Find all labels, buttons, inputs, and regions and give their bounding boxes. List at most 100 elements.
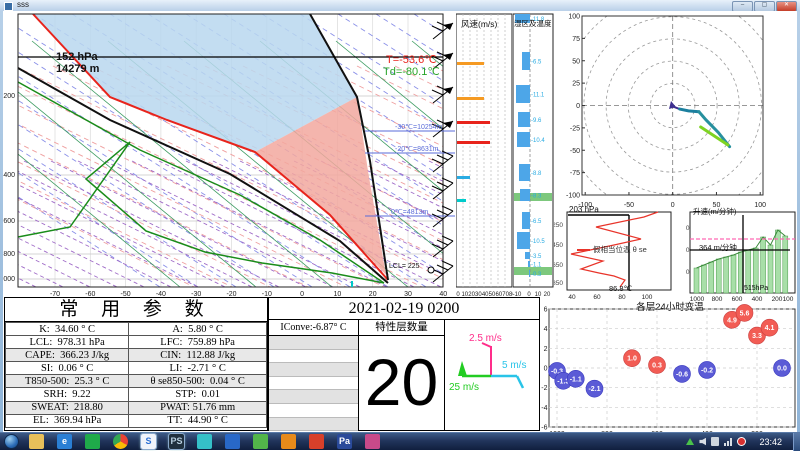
taskbar-icon-browser-s[interactable]: S — [141, 434, 156, 449]
parameter-cell: TT: 44.90 ° C — [129, 414, 267, 427]
svg-text:600: 600 — [3, 218, 15, 225]
parameter-row: T850-500: 25.3 ° Cθ se850-500: 0.04 ° C — [6, 375, 267, 388]
parameter-cell: CAPE: 366.23 J/kg — [6, 349, 129, 362]
svg-text:600: 600 — [686, 225, 690, 232]
ascent-rate-chart: 1000800600400200100600400200 — [686, 205, 800, 307]
ascent-bar — [783, 236, 788, 293]
taskbar-icon-globe-app[interactable] — [225, 434, 240, 449]
ascent-pressure-label: 515hPa — [744, 285, 768, 292]
level-pressure-label: 152 hPa — [56, 51, 98, 63]
svg-text:25: 25 — [572, 81, 580, 88]
tray-app-icon[interactable] — [711, 437, 719, 446]
theta-legend: 假相当位温 θ se — [577, 244, 647, 255]
taskbar-icon-red-app[interactable] — [309, 434, 324, 449]
moisture-bar — [522, 52, 530, 70]
svg-text:450: 450 — [554, 242, 563, 249]
taskbar-icon-green-app[interactable] — [85, 434, 100, 449]
moisture-bar — [520, 189, 530, 201]
taskbar-icon-pink-app[interactable] — [365, 434, 380, 449]
svg-text:-6.5: -6.5 — [531, 219, 542, 225]
layers-count-header: 特性层数量 — [359, 320, 444, 336]
svg-text:-25: -25 — [570, 125, 580, 132]
empty-list-row — [269, 377, 358, 391]
taskbar-icon-orange-app[interactable] — [281, 434, 296, 449]
svg-text:-8.8: -8.8 — [531, 171, 542, 177]
svg-text:1.0: 1.0 — [627, 356, 637, 363]
theta-value-label: 86.8℃ — [609, 284, 632, 293]
parameter-cell: PWAT: 51.76 mm — [129, 401, 267, 414]
svg-text:-6.5: -6.5 — [531, 60, 542, 66]
main-content: -70-60-50-40-30-20-100102030402004006008… — [0, 11, 800, 432]
svg-text:75: 75 — [572, 36, 580, 43]
svg-text:4.1: 4.1 — [765, 325, 775, 332]
svg-text:800: 800 — [3, 251, 15, 258]
start-button[interactable] — [4, 434, 19, 449]
info-panel: 2021-02-19 0200 IConve:-6.87° C 特性层数量 20 — [268, 297, 540, 431]
parameter-cell: LFC: 759.89 hPa — [129, 336, 267, 349]
svg-text:850: 850 — [554, 280, 563, 287]
ascent-chart-title: 升速(m/分钟) — [693, 206, 736, 217]
moisture-column-header: 湿区及温度 — [514, 18, 553, 29]
empty-list-row — [269, 390, 358, 404]
legend-pennant-label: 25 m/s — [449, 382, 479, 393]
show-desktop-button[interactable] — [793, 433, 800, 451]
taskbar: e S PS Pa 23:42 — [0, 432, 800, 450]
weather-sounding-app: sss – ▢ ✕ -70-60-50-40-30-20-10010203040… — [0, 0, 800, 450]
hodograph-trace — [680, 109, 699, 112]
taskbar-icon-chat-app[interactable] — [197, 434, 212, 449]
taskbar-clock[interactable]: 23:42 — [759, 437, 782, 447]
volume-icon[interactable] — [699, 438, 706, 446]
parameter-cell: SWEAT: 218.80 — [6, 401, 129, 414]
svg-text:0: 0 — [544, 365, 548, 372]
wind-barb-legend: 2.5 m/s 5 m/s 25 m/s — [445, 320, 539, 431]
moisture-bar — [522, 212, 530, 229]
iconve-column: IConve:-6.87° C — [269, 320, 359, 431]
layers-count-value: 20 — [359, 336, 444, 428]
ascent-bar — [731, 255, 736, 293]
ascent-bar — [694, 268, 699, 293]
taskbar-icon-pa-app[interactable]: Pa — [337, 434, 352, 449]
taskbar-icon-chrome[interactable] — [113, 434, 128, 449]
level-height-label: 14279 m — [56, 63, 99, 75]
parameter-cell: θ se850-500: 0.04 ° C — [129, 375, 267, 388]
taskbar-icon-green-app-2[interactable] — [253, 434, 268, 449]
ascent-line-label: 364 m/分钟 — [699, 242, 737, 253]
svg-text:-0.3: -0.3 — [531, 272, 542, 278]
network-icon[interactable] — [724, 438, 732, 446]
tray-status-icon[interactable] — [737, 437, 746, 446]
parameter-cell: LCL: 978.31 hPa — [6, 336, 129, 349]
parameter-row: SI: 0.06 ° CLI: -2.71 ° C — [6, 362, 267, 375]
taskbar-icon-photoshop[interactable]: PS — [169, 434, 184, 449]
empty-list-row — [269, 363, 358, 377]
svg-text:5.6: 5.6 — [740, 310, 750, 317]
svg-text:-0.6: -0.6 — [676, 371, 688, 378]
sounding-datetime: 2021-02-19 0200 — [269, 298, 539, 320]
ascent-bar — [724, 257, 729, 293]
parameter-row: SWEAT: 218.80PWAT: 51.76 mm — [6, 401, 267, 414]
wind-speed-bar — [457, 199, 466, 202]
empty-list-row — [269, 418, 358, 432]
svg-text:-10.5: -10.5 — [531, 239, 545, 245]
legend-full-barb-label: 5 m/s — [502, 360, 526, 371]
theta-top-pressure-label: 203 hPa — [569, 205, 599, 214]
hodograph-chart: 1007550250-25-50-75-100-100-50050100 — [554, 11, 800, 211]
layers-column: 特性层数量 20 — [359, 320, 445, 431]
svg-text:6: 6 — [544, 307, 548, 314]
svg-text:4: 4 — [544, 326, 548, 333]
svg-text:400: 400 — [3, 172, 15, 179]
svg-text:-8.3: -8.3 — [531, 194, 542, 200]
parameter-cell: K: 34.60 ° C — [6, 323, 129, 336]
empty-list-row — [269, 336, 358, 350]
taskbar-icon-explorer[interactable] — [29, 434, 44, 449]
svg-text:0.3: 0.3 — [652, 363, 662, 370]
svg-text:-6: -6 — [541, 424, 547, 431]
svg-text:3.3: 3.3 — [752, 333, 762, 340]
wind-speed-bar — [457, 62, 484, 65]
parameter-cell: STP: 0.01 — [129, 388, 267, 401]
taskbar-icon-internet-explorer[interactable]: e — [57, 434, 72, 449]
svg-text:-1.1: -1.1 — [531, 263, 542, 269]
parameter-row: CAPE: 366.23 J/kgCIN: 112.88 J/kg — [6, 349, 267, 362]
ascent-bar — [709, 262, 714, 293]
tray-triangle-icon[interactable] — [686, 438, 694, 445]
svg-text:-11.1: -11.1 — [531, 93, 545, 99]
